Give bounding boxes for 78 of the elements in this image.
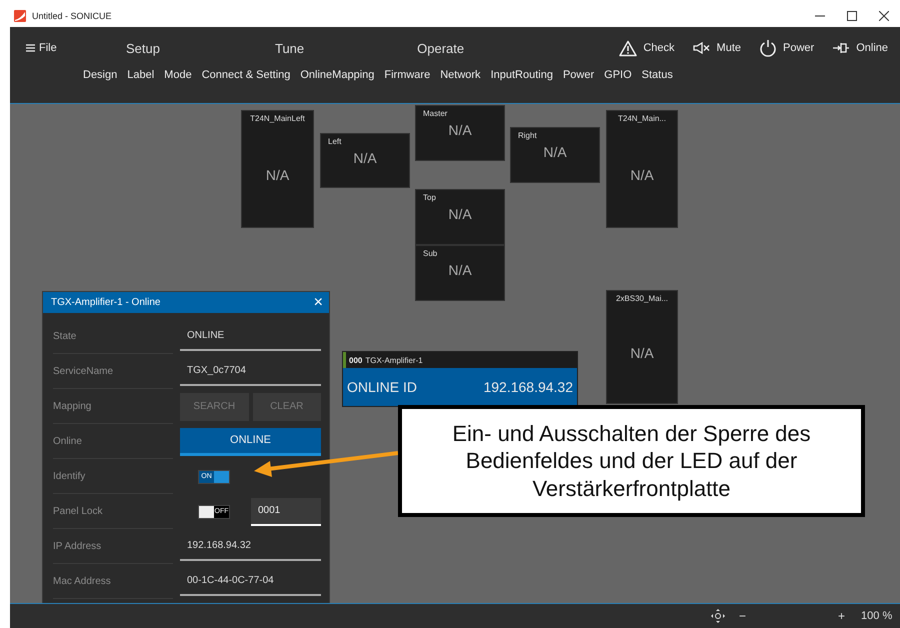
speaker-node[interactable]: T24N_MainLeft N/A <box>241 110 314 228</box>
node-title: Master <box>422 108 448 118</box>
sub-tab[interactable]: Connect & Setting <box>202 69 290 81</box>
value-field[interactable]: 00-1C-44-0C-77-04 <box>180 568 321 596</box>
amplifier-ip: 192.168.94.32 <box>483 379 573 395</box>
file-menu[interactable]: File <box>26 42 126 54</box>
main-tab[interactable]: Setup <box>126 40 160 56</box>
main-tab[interactable]: Operate <box>417 40 464 56</box>
speaker-node[interactable]: Left N/A <box>320 133 410 188</box>
node-value: N/A <box>353 150 377 166</box>
sub-tab[interactable]: InputRouting <box>490 69 553 81</box>
speaker-node[interactable]: Master N/A <box>415 105 505 161</box>
node-value: N/A <box>266 167 290 183</box>
amplifier-number: 000 <box>349 356 362 364</box>
sub-tab[interactable]: Design <box>83 69 118 81</box>
code-field[interactable]: 0001 <box>251 498 321 526</box>
sub-tab[interactable]: Status <box>642 69 673 81</box>
speaker-node[interactable]: T24N_Main... N/A <box>606 110 678 228</box>
field-label: ServiceName <box>53 354 173 389</box>
menu-icon <box>26 44 35 52</box>
toolbar-button[interactable]: Check <box>619 39 675 57</box>
node-title: Left <box>327 136 342 146</box>
node-value: N/A <box>543 144 567 160</box>
speaker-muted-icon <box>692 42 711 54</box>
speaker-node[interactable]: Right N/A <box>510 127 600 183</box>
toolbar-button[interactable]: Online <box>832 39 888 57</box>
amplifier-node[interactable]: 000 TGX-Amplifier-1 ONLINE ID 192.168.94.32 <box>342 351 578 407</box>
sub-tab[interactable]: Network <box>440 69 481 81</box>
toolbar-button[interactable]: Power <box>759 39 814 57</box>
node-title: Sub <box>422 248 438 258</box>
app-logo-icon <box>14 10 26 22</box>
field-label: Mac Address <box>53 564 173 599</box>
amplifier-name: TGX-Amplifier-1 <box>365 356 423 364</box>
node-title: T24N_Main... <box>616 113 668 123</box>
dialog-title: TGX-Amplifier-1 - Online <box>51 297 160 308</box>
node-value: N/A <box>630 345 654 361</box>
sub-tab[interactable]: Firmware <box>384 69 430 81</box>
toolbar-button[interactable]: Mute <box>692 39 742 57</box>
node-title: Right <box>517 130 538 140</box>
value-field[interactable]: TGX_0c7704 <box>180 358 321 386</box>
speaker-node[interactable]: Sub N/A <box>415 245 505 301</box>
node-title: Top <box>422 192 437 202</box>
zoom-in-button[interactable]: + <box>838 609 846 623</box>
callout-text: Ein- und Ausschalten der Sperre des Bedienfeldes und der LED auf der Verstärkerfrontplatte <box>451 420 812 502</box>
warning-icon <box>619 40 638 56</box>
plug-icon <box>832 42 850 54</box>
sub-tab[interactable]: Mode <box>164 69 192 81</box>
zoom-level: 100 % <box>861 610 892 622</box>
node-title: T24N_MainLeft <box>249 113 306 123</box>
field-label: IP Address <box>53 529 173 564</box>
node-value: N/A <box>448 122 472 138</box>
sub-tab[interactable]: OnlineMapping <box>300 69 374 81</box>
maximize-icon[interactable] <box>847 11 857 21</box>
field-label: Mapping <box>53 389 173 424</box>
node-value: N/A <box>630 167 654 183</box>
sub-tab[interactable]: Power <box>562 69 594 81</box>
close-button[interactable]: × <box>314 294 323 310</box>
online-button[interactable]: ONLINE <box>180 428 321 456</box>
speaker-node[interactable]: Top N/A <box>415 189 505 245</box>
zoom-out-button[interactable]: − <box>739 609 746 623</box>
value-field[interactable]: ONLINE <box>180 322 321 350</box>
sub-tab[interactable]: Label <box>127 69 154 81</box>
field-label: Panel Lock <box>53 494 173 529</box>
speaker-node[interactable]: 2xBS30_Mai... N/A <box>606 290 678 404</box>
field-label: State <box>53 319 173 354</box>
amplifier-status: ONLINE ID <box>347 379 418 395</box>
node-title: 2xBS30_Mai... <box>614 293 670 303</box>
move-icon[interactable] <box>711 609 725 623</box>
node-value: N/A <box>448 206 472 222</box>
power-icon <box>759 39 778 57</box>
value-field[interactable]: 192.168.94.32 <box>180 532 321 560</box>
window-title: Untitled - SONICUE <box>32 10 113 21</box>
field-label: Online <box>53 424 173 459</box>
field-label: Identify <box>53 459 173 494</box>
close-icon[interactable] <box>879 11 889 21</box>
node-value: N/A <box>448 262 472 278</box>
main-tab[interactable]: Tune <box>274 40 304 56</box>
sub-tab[interactable]: GPIO <box>604 69 632 81</box>
